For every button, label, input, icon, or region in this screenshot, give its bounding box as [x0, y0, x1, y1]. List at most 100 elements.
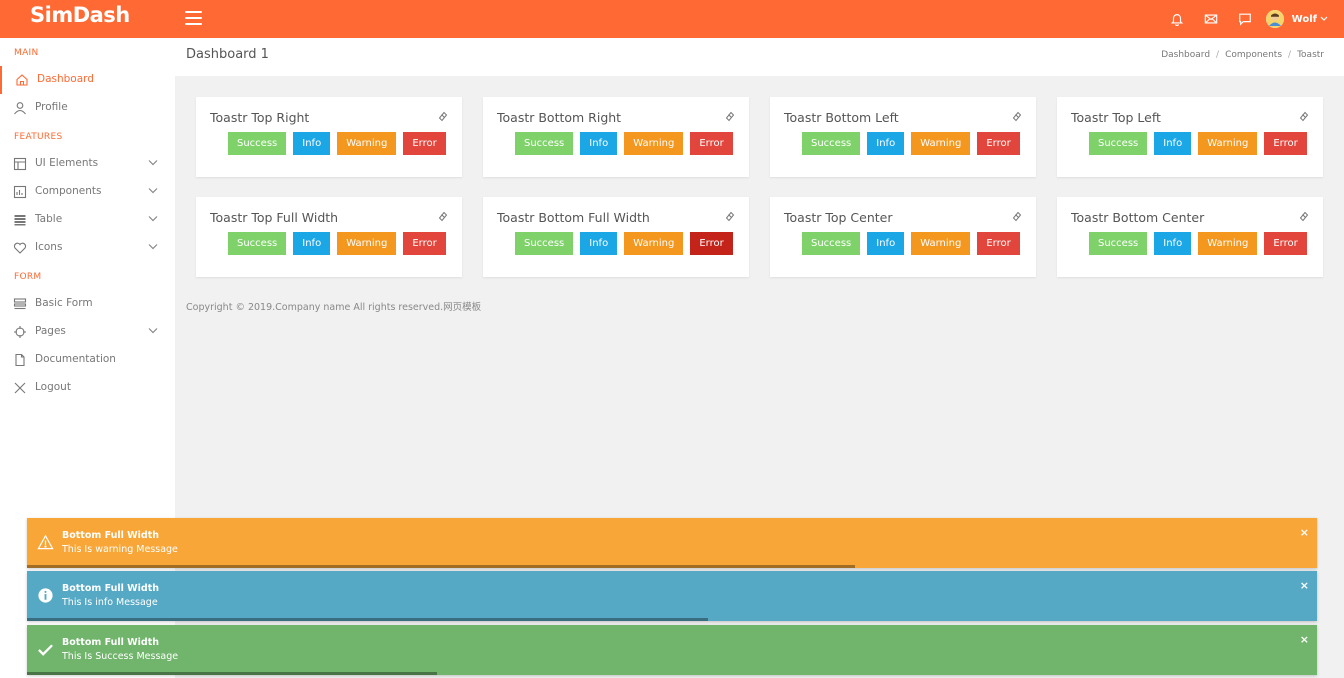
- sidebar-item-label: Icons: [35, 241, 63, 253]
- sidebar-item-components[interactable]: Components: [0, 178, 175, 206]
- info-button[interactable]: Info: [293, 232, 331, 255]
- sidebar-item-icons[interactable]: Icons: [0, 234, 175, 262]
- mail-icon: [1204, 14, 1217, 24]
- home-icon: [16, 74, 28, 86]
- user-menu[interactable]: Wolf: [1265, 10, 1328, 28]
- chat-icon: [1238, 13, 1251, 26]
- info-icon: [38, 588, 53, 603]
- hamburger-icon-bar: [185, 17, 202, 19]
- heart-icon: [13, 242, 27, 254]
- info-button[interactable]: Info: [867, 132, 905, 155]
- error-button[interactable]: Error: [977, 232, 1020, 255]
- toast-button-group: Success Info Warning Error: [1089, 132, 1314, 155]
- table-icon: [14, 215, 26, 226]
- breadcrumb-separator: /: [1216, 50, 1220, 60]
- warning-button[interactable]: Warning: [1198, 132, 1258, 155]
- card-title: Toastr Top Full Width: [210, 210, 339, 225]
- warning-button[interactable]: Warning: [911, 132, 971, 155]
- link-icon[interactable]: [725, 211, 735, 222]
- warning-button[interactable]: Warning: [911, 232, 971, 255]
- warning-button[interactable]: Warning: [1198, 232, 1258, 255]
- warning-button[interactable]: Warning: [624, 232, 684, 255]
- sidebar-item-ui-elements[interactable]: UI Elements: [0, 150, 175, 178]
- success-button[interactable]: Success: [1089, 132, 1148, 155]
- toast-close-button[interactable]: ×: [1300, 579, 1309, 592]
- form-icon: [13, 298, 27, 310]
- breadcrumb: Dashboard / Components / Toastr: [1161, 50, 1324, 60]
- sidebar-item-basic-form[interactable]: Basic Form: [0, 290, 175, 318]
- info-button[interactable]: Info: [293, 132, 331, 155]
- error-button[interactable]: Error: [690, 232, 733, 255]
- error-button[interactable]: Error: [403, 132, 446, 155]
- toast-warning[interactable]: Bottom Full Width This Is warning Messag…: [27, 518, 1317, 568]
- toast-close-button[interactable]: ×: [1300, 633, 1309, 646]
- error-button[interactable]: Error: [403, 232, 446, 255]
- chevron-down-icon: [148, 188, 158, 194]
- card-title: Toastr Top Right: [210, 110, 310, 125]
- error-button[interactable]: Error: [1264, 132, 1307, 155]
- toastr-card: Toastr Top Right Success Info Warning Error: [196, 97, 462, 177]
- success-button[interactable]: Success: [515, 132, 574, 155]
- link-icon[interactable]: [1299, 211, 1309, 222]
- breadcrumb-item[interactable]: Dashboard: [1161, 50, 1210, 60]
- mail-button[interactable]: [1194, 0, 1228, 38]
- link-icon[interactable]: [438, 211, 448, 222]
- warning-button[interactable]: Warning: [337, 132, 397, 155]
- chart-icon: [13, 185, 27, 199]
- warning-button[interactable]: Warning: [624, 132, 684, 155]
- avatar-image: [1265, 10, 1284, 28]
- sidebar-item-profile[interactable]: Profile: [0, 94, 175, 122]
- success-button[interactable]: Success: [228, 132, 287, 155]
- sidebar-section-form: FORM: [14, 272, 42, 282]
- error-button[interactable]: Error: [690, 132, 733, 155]
- info-button[interactable]: Info: [580, 232, 618, 255]
- breadcrumb-item[interactable]: Components: [1225, 50, 1282, 60]
- sidebar-item-pages[interactable]: Pages: [0, 318, 175, 346]
- avatar: [1265, 10, 1284, 28]
- sidebar-item-documentation[interactable]: Documentation: [0, 346, 175, 374]
- success-button[interactable]: Success: [1089, 232, 1148, 255]
- page-header: Dashboard 1 Dashboard / Components / Toastr: [175, 38, 1344, 76]
- toast-button-group: Success Info Warning Error: [802, 232, 1027, 255]
- link-icon[interactable]: [1012, 111, 1022, 122]
- topbar-actions: Wolf: [1160, 0, 1328, 38]
- document-icon: [15, 353, 25, 367]
- info-button[interactable]: Info: [580, 132, 618, 155]
- sidebar-item-dashboard[interactable]: Dashboard: [0, 66, 175, 94]
- logo-text: SimDash: [30, 3, 130, 27]
- toastr-card: Toastr Bottom Full Width Success Info Warni…: [483, 197, 749, 277]
- toastr-card: Toastr Bottom Right Success Info Warning Err…: [483, 97, 749, 177]
- success-button[interactable]: Success: [228, 232, 287, 255]
- sidebar-item-label: Components: [35, 185, 102, 197]
- info-button[interactable]: Info: [1154, 132, 1192, 155]
- error-button[interactable]: Error: [977, 132, 1020, 155]
- warning-button[interactable]: Warning: [337, 232, 397, 255]
- success-button[interactable]: Success: [802, 232, 861, 255]
- sidebar-item-logout[interactable]: Logout: [0, 374, 175, 402]
- error-button[interactable]: Error: [1264, 232, 1307, 255]
- link-icon[interactable]: [438, 111, 448, 122]
- menu-toggle-button[interactable]: [185, 11, 202, 25]
- footer-copyright: Copyright © 2019.Company name All rights…: [186, 302, 482, 313]
- sidebar-item-label: Basic Form: [35, 297, 93, 309]
- info-button[interactable]: Info: [867, 232, 905, 255]
- toast-button-group: Success Info Warning Error: [515, 232, 740, 255]
- link-icon[interactable]: [1299, 111, 1309, 122]
- toast-close-button[interactable]: ×: [1300, 526, 1309, 539]
- success-button[interactable]: Success: [802, 132, 861, 155]
- sidebar-item-label: Pages: [35, 325, 66, 337]
- toast-success[interactable]: Bottom Full Width This Is Success Messag…: [27, 625, 1317, 675]
- toast-message: This Is warning Message: [62, 544, 178, 555]
- toastr-card: Toastr Top Left Success Info Warning Error: [1057, 97, 1323, 177]
- card-title: Toastr Bottom Full Width: [497, 210, 650, 225]
- messages-button[interactable]: [1228, 0, 1262, 38]
- notifications-button[interactable]: [1160, 0, 1194, 38]
- sidebar-item-table[interactable]: Table: [0, 206, 175, 234]
- link-icon[interactable]: [725, 111, 735, 122]
- logo[interactable]: SimDash: [30, 3, 130, 27]
- card-title: Toastr Top Left: [1071, 110, 1161, 125]
- toast-info[interactable]: Bottom Full Width This Is info Message ×: [27, 571, 1317, 621]
- success-button[interactable]: Success: [515, 232, 574, 255]
- link-icon[interactable]: [1012, 211, 1022, 222]
- info-button[interactable]: Info: [1154, 232, 1192, 255]
